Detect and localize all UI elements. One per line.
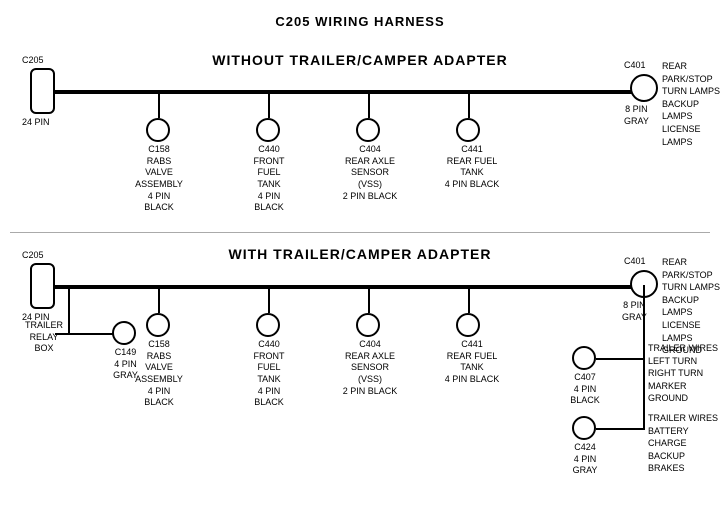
c205-top-rect (30, 68, 55, 114)
c404-top-tick (368, 90, 370, 118)
c158-bot-label: C158RABS VALVEASSEMBLY4 PIN BLACK (134, 339, 184, 409)
c401-top-label: C401 (624, 60, 646, 72)
c158-top-circle (146, 118, 170, 142)
c440-top-tick (268, 90, 270, 118)
c440-top-circle (256, 118, 280, 142)
c404-bot-circle (356, 313, 380, 337)
bot-main-line (55, 285, 645, 289)
c149-circle (112, 321, 136, 345)
c401-bot-label: C401 (624, 256, 646, 268)
bot-section-label: WITH TRAILER/CAMPER ADAPTER (120, 246, 600, 262)
top-main-line (55, 90, 645, 94)
wiring-diagram: C205 WIRING HARNESS WITHOUT TRAILER/CAMP… (0, 0, 720, 500)
c407-circle (572, 346, 596, 370)
c424-rightlabel: TRAILER WIRESBATTERY CHARGEBACKUPBRAKES (648, 412, 720, 475)
c205-bot-label: C205 (22, 250, 44, 262)
c205-bot-rect (30, 263, 55, 309)
c441-top-label: C441REAR FUELTANK4 PIN BLACK (444, 144, 500, 191)
c404-bot-label: C404REAR AXLESENSOR(VSS)2 PIN BLACK (342, 339, 398, 397)
c404-top-circle (356, 118, 380, 142)
c401-top-circle (630, 74, 658, 102)
c424-circle (572, 416, 596, 440)
c440-bot-tick (268, 285, 270, 313)
c440-top-label: C440FRONT FUELTANK4 PIN BLACK (244, 144, 294, 214)
c407-hline (596, 358, 644, 360)
c424-sublabel: C4244 PINGRAY (562, 442, 608, 477)
c158-bot-circle (146, 313, 170, 337)
c158-bot-tick (158, 285, 160, 313)
c205-top-label: C205 (22, 55, 44, 67)
c440-bot-label: C440FRONT FUELTANK4 PIN BLACK (244, 339, 294, 409)
c441-bot-tick (468, 285, 470, 313)
c441-bot-circle (456, 313, 480, 337)
c407-rightlabel: TRAILER WIRESLEFT TURNRIGHT TURNMARKERGR… (648, 342, 718, 405)
page-title: C205 WIRING HARNESS (0, 6, 720, 29)
top-section-label: WITHOUT TRAILER/CAMPER ADAPTER (120, 52, 600, 68)
c441-bot-label: C441REAR FUELTANK4 PIN BLACK (444, 339, 500, 386)
c440-bot-circle (256, 313, 280, 337)
divider (10, 232, 710, 233)
c401-top-rightlabel: REAR PARK/STOPTURN LAMPSBACKUP LAMPSLICE… (662, 60, 720, 148)
c158-top-label: C158RABS VALVEASSEMBLY4 PIN BLACK (134, 144, 184, 214)
c404-top-label: C404REAR AXLESENSOR(VSS)2 PIN BLACK (342, 144, 398, 202)
c407-sublabel: C4074 PINBLACK (562, 372, 608, 407)
c158-top-tick (158, 90, 160, 118)
c441-top-circle (456, 118, 480, 142)
c424-hline (596, 428, 644, 430)
c401-top-sublabel: 8 PINGRAY (624, 104, 649, 127)
c404-bot-tick (368, 285, 370, 313)
c441-top-tick (468, 90, 470, 118)
c205-top-sublabel: 24 PIN (22, 117, 50, 129)
trailer-relay-label: TRAILERRELAYBOX (14, 320, 74, 355)
